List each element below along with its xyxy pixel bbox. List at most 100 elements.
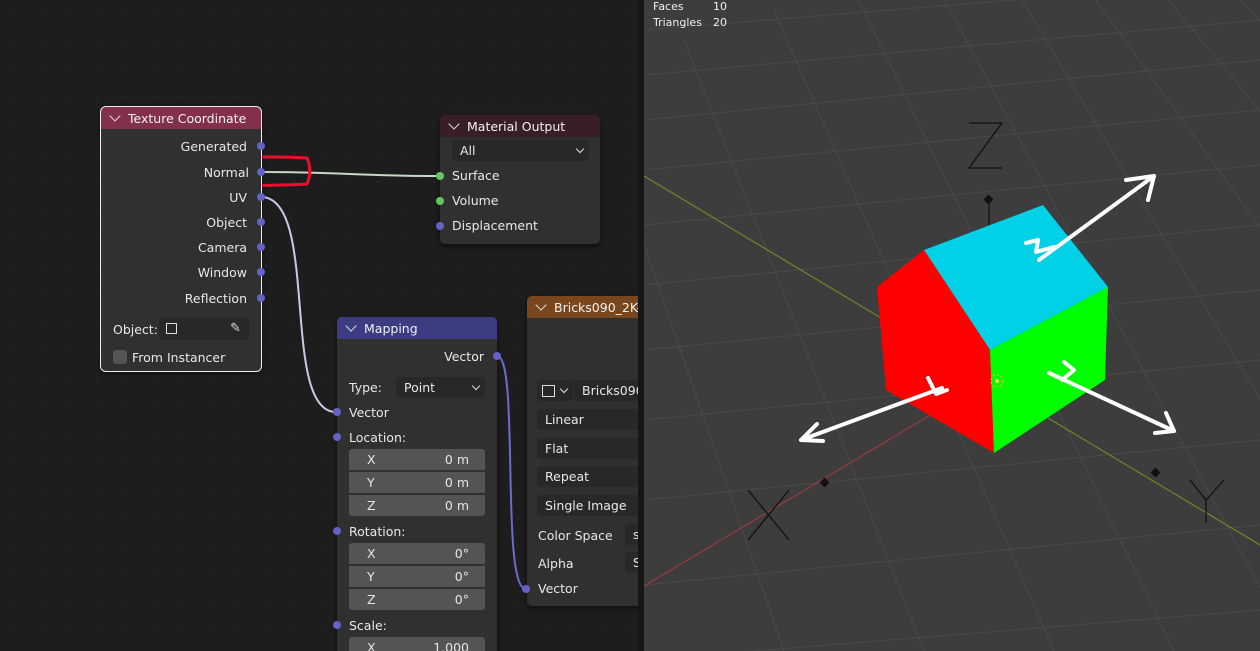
socket-uv[interactable] <box>257 193 265 201</box>
texture-coordinate-node[interactable]: Texture Coordinate Generated Normal UV O… <box>100 106 262 372</box>
triangles-label: Triangles <box>653 16 702 29</box>
rotation-y-value: 0° <box>454 569 469 584</box>
socket-location[interactable] <box>333 433 341 441</box>
from-instancer-label: From Instancer <box>132 350 226 365</box>
output-reflection: Reflection <box>184 291 247 306</box>
axis-label: Y <box>367 569 375 584</box>
material-output-node[interactable]: Material Output All Surface Volume Displ… <box>440 115 600 244</box>
socket-scale[interactable] <box>333 621 341 629</box>
mapping-title: Mapping <box>364 320 418 336</box>
from-instancer-checkbox[interactable] <box>113 350 127 364</box>
mapping-node[interactable]: Mapping Vector Type: Point Vector Locati… <box>337 317 497 651</box>
z-axis-letter <box>967 122 1004 169</box>
input-volume: Volume <box>452 193 499 208</box>
axis-label: Z <box>367 592 376 607</box>
extension-select[interactable]: Repeat <box>537 466 638 487</box>
location-z-value: 0 m <box>444 498 469 513</box>
image-icon <box>542 385 555 397</box>
socket-generated[interactable] <box>257 142 265 150</box>
alpha-label: Alpha <box>538 556 574 571</box>
axis-label: X <box>367 640 376 651</box>
projection-value: Flat <box>545 441 569 456</box>
image-browse-button[interactable] <box>537 380 573 401</box>
source-select[interactable]: Single Image <box>537 495 638 516</box>
interpolation-select[interactable]: Linear <box>537 409 638 430</box>
socket-mapping-vector-out[interactable] <box>493 352 501 360</box>
socket-volume[interactable] <box>436 197 444 205</box>
rotation-x-value: 0° <box>454 546 469 561</box>
rotation-x-field[interactable]: X 0° <box>349 543 485 564</box>
socket-displacement[interactable] <box>436 222 444 230</box>
collapse-chevron-icon[interactable] <box>535 299 547 311</box>
texture-coordinate-header[interactable]: Texture Coordinate <box>101 107 261 129</box>
image-texture-node[interactable]: Bricks090_2K- Bricks090 Linear Flat Repe… <box>527 296 638 606</box>
link-normal-to-surface <box>260 171 441 177</box>
socket-mapping-vector-in[interactable] <box>333 408 341 416</box>
color-space-label: Color Space <box>538 528 613 543</box>
output-camera: Camera <box>197 240 247 255</box>
link-uv-to-vector <box>260 196 337 413</box>
texture-coordinate-title: Texture Coordinate <box>128 110 247 126</box>
chevron-down-icon <box>559 384 569 394</box>
mapping-header[interactable]: Mapping <box>337 317 497 339</box>
mapping-type-label: Type: <box>349 380 382 395</box>
location-z-field[interactable]: Z 0 m <box>349 495 485 516</box>
location-y-field[interactable]: Y 0 m <box>349 472 485 493</box>
alpha-select[interactable]: S <box>625 552 638 573</box>
socket-rotation[interactable] <box>333 527 341 535</box>
chevron-down-icon <box>575 144 585 154</box>
material-output-header[interactable]: Material Output <box>440 115 600 137</box>
collapse-chevron-icon[interactable] <box>109 110 121 122</box>
location-label: Location: <box>349 430 407 445</box>
image-texture-header[interactable]: Bricks090_2K- <box>527 296 638 318</box>
rotation-z-value: 0° <box>454 592 469 607</box>
axis-label: X <box>367 452 376 467</box>
socket-reflection[interactable] <box>257 294 265 302</box>
input-displacement: Displacement <box>452 218 538 233</box>
socket-surface[interactable] <box>436 172 444 180</box>
output-window: Window <box>197 265 247 280</box>
collapse-chevron-icon[interactable] <box>345 320 357 332</box>
rotation-label: Rotation: <box>349 524 406 539</box>
input-surface: Surface <box>452 168 500 183</box>
output-generated: Generated <box>180 139 247 154</box>
socket-image-vector-in[interactable] <box>522 585 530 593</box>
mapping-type-select[interactable]: Point <box>396 377 485 398</box>
chevron-down-icon <box>471 381 481 391</box>
image-vector-input: Vector <box>538 581 578 596</box>
projection-select[interactable]: Flat <box>537 438 638 459</box>
link-mapping-to-texture <box>496 355 527 590</box>
socket-object[interactable] <box>257 218 265 226</box>
viewport-scene <box>644 0 1260 651</box>
3d-viewport[interactable]: Faces 10 Triangles 20 <box>644 0 1260 651</box>
output-object: Object <box>206 215 247 230</box>
socket-normal[interactable] <box>257 168 265 176</box>
output-target-select[interactable]: All <box>452 140 589 161</box>
scale-label: Scale: <box>349 618 387 633</box>
object-cube-icon <box>166 323 177 334</box>
image-name-field[interactable]: Bricks090 <box>574 380 638 401</box>
source-value: Single Image <box>545 498 627 513</box>
axis-label: Z <box>367 498 376 513</box>
socket-camera[interactable] <box>257 243 265 251</box>
scale-x-field[interactable]: X 1.000 <box>349 637 485 651</box>
socket-window[interactable] <box>257 268 265 276</box>
eyedropper-icon[interactable]: ✎ <box>230 321 241 336</box>
location-y-value: 0 m <box>444 475 469 490</box>
rotation-z-field[interactable]: Z 0° <box>349 589 485 610</box>
faces-value: 10 <box>713 0 727 13</box>
color-space-select[interactable]: s <box>625 524 638 545</box>
collapse-chevron-icon[interactable] <box>448 118 460 130</box>
output-normal: Normal <box>203 165 249 180</box>
faces-label: Faces <box>653 0 684 13</box>
axis-label: Y <box>367 475 375 490</box>
mapping-output-vector: Vector <box>444 349 484 364</box>
interpolation-value: Linear <box>545 412 584 427</box>
rotation-y-field[interactable]: Y 0° <box>349 566 485 587</box>
shader-node-editor[interactable]: Texture Coordinate Generated Normal UV O… <box>0 0 638 651</box>
location-x-field[interactable]: X 0 m <box>349 449 485 470</box>
extension-value: Repeat <box>545 469 590 484</box>
object-picker-field[interactable]: ✎ <box>159 318 249 340</box>
material-output-title: Material Output <box>467 118 566 134</box>
x-axis-letter <box>747 489 790 541</box>
